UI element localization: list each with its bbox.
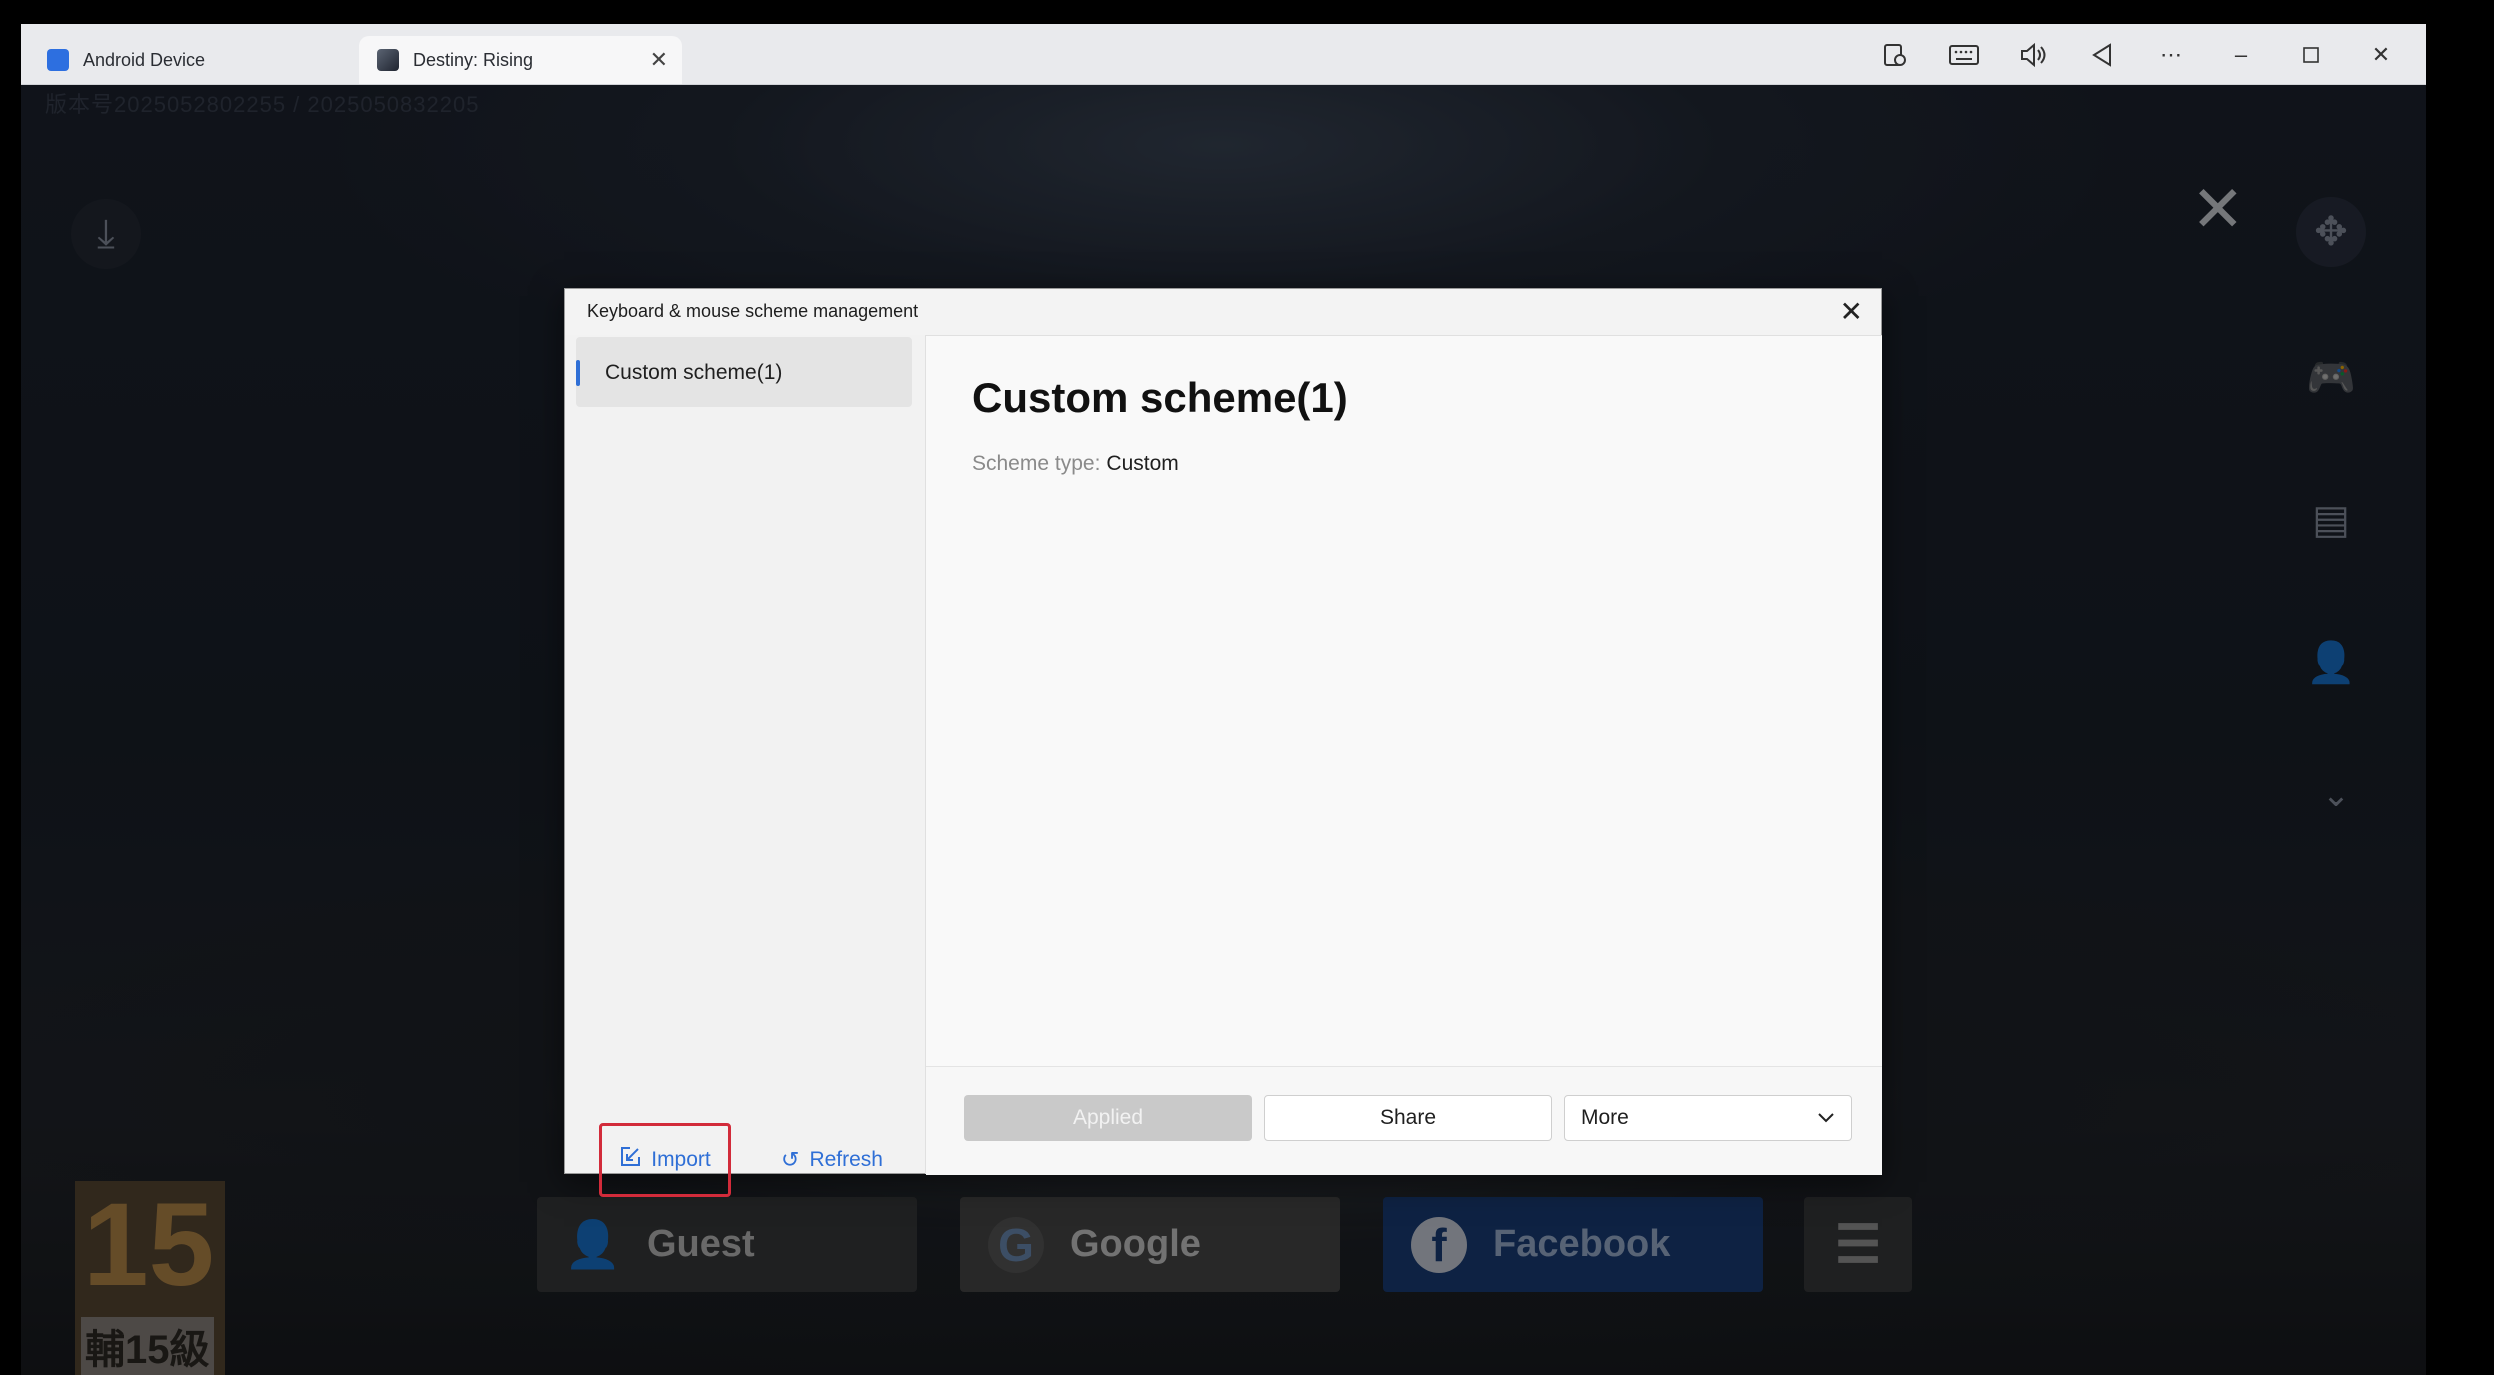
applied-button[interactable]: Applied [964,1095,1252,1141]
tab-label: Destiny: Rising [413,49,534,70]
screenshot-icon[interactable] [1877,38,1913,72]
game-icon [377,49,399,71]
more-label: More [1581,1106,1629,1129]
refresh-icon: ↺ [781,1147,800,1172]
more-dropdown[interactable]: More [1564,1095,1852,1141]
more-icon[interactable]: ⋯ [2153,38,2189,72]
dialog-title: Keyboard & mouse scheme management [587,301,919,321]
tab-label: Android Device [83,49,206,70]
import-button[interactable]: Import [599,1123,731,1197]
scheme-title: Custom scheme(1) [972,374,1348,421]
dialog-close-icon[interactable]: ✕ [1840,295,1863,328]
chevron-down-icon [1817,1106,1835,1130]
scheme-item-label: Custom scheme(1) [605,361,783,384]
detail-footer: Applied Share More [926,1066,1882,1175]
maximize-icon[interactable] [2293,38,2329,72]
close-icon[interactable]: ✕ [2363,38,2399,72]
back-icon[interactable] [2084,38,2120,72]
refresh-button[interactable]: ↺ Refresh [767,1123,897,1197]
tab-destiny-rising[interactable]: Destiny: Rising ✕ [359,36,682,84]
android-device-icon [47,49,69,71]
scheme-list-pane: Custom scheme(1) Import ↺ Refresh [565,335,925,1197]
tab-android-device[interactable]: Android Device [29,36,359,84]
tab-close-icon[interactable]: ✕ [650,47,668,73]
scheme-type: Scheme type: Custom [972,452,1179,476]
volume-icon[interactable] [2015,38,2051,72]
title-bar: Android Device Destiny: Rising ✕ ⋯ – ✕ [21,24,2426,85]
scheme-management-dialog: Keyboard & mouse scheme management ✕ Cus… [564,288,1882,1197]
refresh-label: Refresh [809,1148,883,1171]
selection-indicator [576,360,580,386]
import-label: Import [651,1148,711,1171]
scheme-type-key: Scheme type: [972,452,1101,475]
import-icon [619,1146,641,1174]
scheme-type-value: Custom [1106,452,1179,475]
keyboard-icon[interactable] [1946,38,1982,72]
scheme-detail-pane: Custom scheme(1) Scheme type: Custom Appl… [925,335,1882,1175]
minimize-icon[interactable]: – [2223,38,2259,72]
share-button[interactable]: Share [1264,1095,1552,1141]
scheme-list-item[interactable]: Custom scheme(1) [576,337,912,407]
